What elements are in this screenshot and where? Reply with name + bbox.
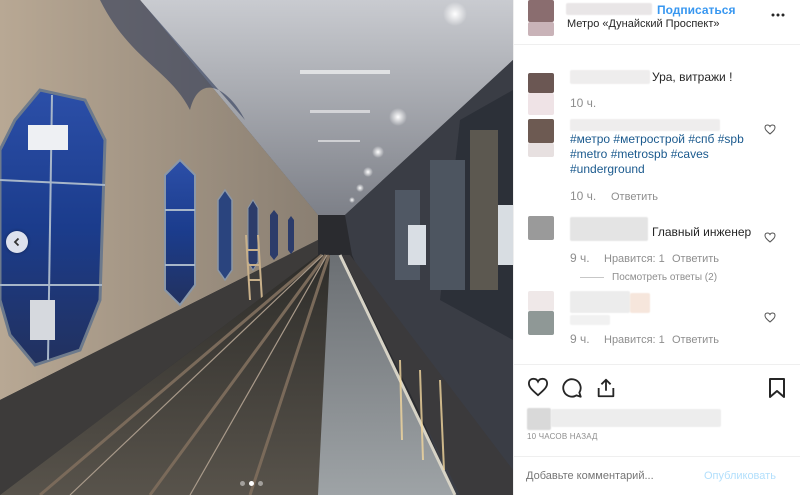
likes-avatar-redacted[interactable]	[527, 408, 551, 430]
add-comment-bar: Опубликовать	[514, 456, 800, 496]
comment-time[interactable]: 9 ч.	[570, 251, 590, 265]
commenter-avatar[interactable]	[528, 291, 554, 311]
reply-button[interactable]: Ответить	[672, 253, 719, 265]
hashtag-link[interactable]: #спб	[688, 132, 714, 146]
heart-icon[interactable]	[764, 232, 776, 243]
metro-tunnel-image	[0, 0, 513, 495]
post-actions	[514, 364, 800, 405]
heart-icon[interactable]	[764, 124, 776, 135]
hashtag-link[interactable]: #spb	[718, 132, 744, 146]
post-sidebar: Подписаться Метро «Дунайский Проспект» У…	[513, 0, 800, 495]
hashtag-link[interactable]: #underground	[570, 162, 645, 176]
commenter-username-redacted[interactable]	[570, 217, 648, 241]
publish-button[interactable]: Опубликовать	[704, 470, 776, 482]
commenter-avatar-blur	[528, 311, 554, 335]
commenter-avatar[interactable]	[528, 216, 554, 240]
replies-divider	[580, 276, 604, 278]
author-avatar-blur	[528, 22, 554, 36]
author-avatar[interactable]	[528, 0, 554, 22]
commenter-username-redacted[interactable]	[570, 70, 650, 84]
post-location[interactable]: Метро «Дунайский Проспект»	[567, 18, 719, 30]
comment-icon[interactable]	[561, 377, 583, 399]
heart-icon[interactable]	[527, 377, 549, 397]
comment-input[interactable]	[526, 470, 696, 482]
comment-text: Главный инженер	[652, 225, 752, 239]
hashtag-link[interactable]: #метрострой	[613, 132, 685, 146]
commenter-avatar[interactable]	[528, 119, 554, 143]
post-time-ago[interactable]: 10 ЧАСОВ НАЗАД	[527, 432, 598, 441]
commenter-avatar[interactable]	[528, 73, 554, 93]
commenter-avatar-blur	[528, 93, 554, 115]
more-icon[interactable]	[771, 10, 785, 20]
share-icon[interactable]	[595, 377, 617, 399]
caption-hashtags: #метро #метрострой #спб #spb #metro #met…	[570, 132, 770, 177]
comment-time[interactable]: 9 ч.	[570, 332, 590, 346]
view-replies-label: Посмотреть ответы (2)	[612, 272, 718, 283]
previous-slide-button[interactable]	[6, 231, 28, 253]
carousel-dots	[240, 481, 263, 486]
comment-time[interactable]: 10 ч.	[570, 96, 596, 110]
chevron-left-icon	[13, 237, 20, 247]
carousel-dot-active	[249, 481, 254, 486]
hashtag-link[interactable]: #metro	[570, 147, 607, 161]
carousel-dot	[240, 481, 245, 486]
author-username-redacted[interactable]	[566, 3, 652, 15]
comment-text-redacted	[630, 293, 650, 313]
follow-button[interactable]: Подписаться	[657, 3, 735, 17]
view-replies-button[interactable]: Посмотреть ответы (2)	[580, 272, 717, 283]
comment-time[interactable]: 10 ч.	[570, 189, 596, 203]
comment-likes[interactable]: Нравится: 1	[604, 253, 665, 265]
likes-text-redacted[interactable]	[551, 409, 721, 427]
instagram-post-window: Подписаться Метро «Дунайский Проспект» У…	[0, 0, 800, 495]
commenter-username-redacted[interactable]	[570, 119, 720, 131]
post-photo[interactable]	[0, 0, 513, 495]
comment-text-redacted	[570, 315, 610, 325]
comments-list[interactable]: Ура, витражи ! 10 ч. #метро #метрострой …	[514, 44, 800, 365]
reply-button[interactable]: Ответить	[672, 334, 719, 346]
commenter-avatar-blur	[528, 143, 554, 157]
commenter-username-redacted[interactable]	[570, 291, 630, 313]
comment-text: Ура, витражи !	[652, 70, 733, 84]
post-header: Подписаться Метро «Дунайский Проспект»	[514, 0, 800, 44]
carousel-dot	[258, 481, 263, 486]
heart-icon[interactable]	[764, 312, 776, 323]
comment-likes[interactable]: Нравится: 1	[604, 334, 665, 346]
hashtag-link[interactable]: #metrospb	[611, 147, 668, 161]
hashtag-link[interactable]: #caves	[671, 147, 709, 161]
hashtag-link[interactable]: #метро	[570, 132, 610, 146]
bookmark-icon[interactable]	[768, 377, 786, 399]
reply-button[interactable]: Ответить	[611, 191, 658, 203]
